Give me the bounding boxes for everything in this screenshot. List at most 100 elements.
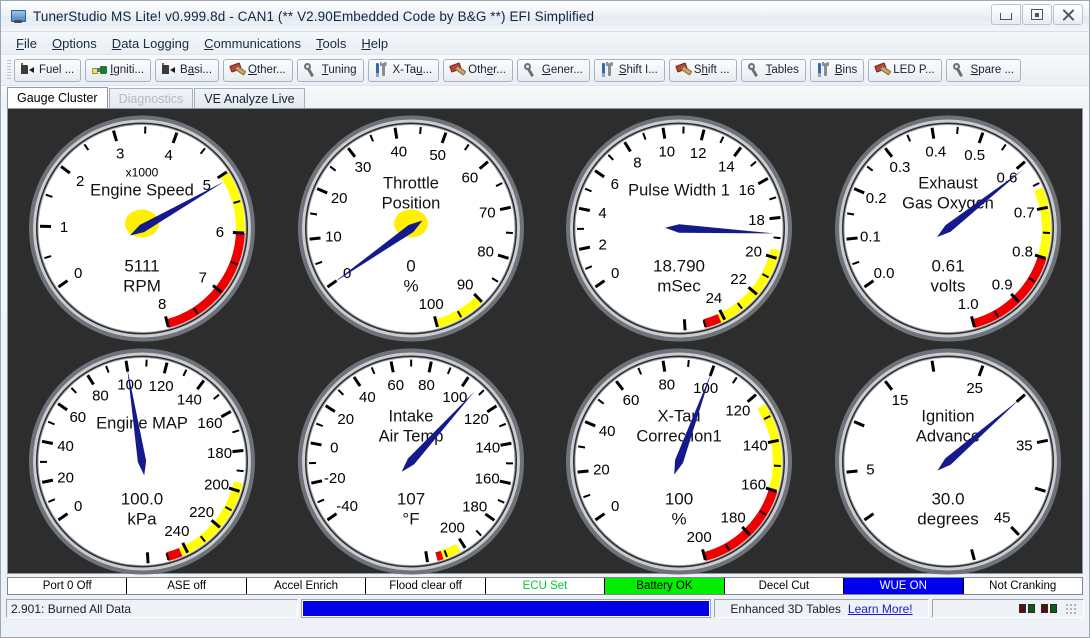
gauge-pulse-width-1[interactable]: 0 2 4 6 8 10 12 14 16 18 20 22 24 Pulse Width 1 18.790… xyxy=(545,109,814,342)
svg-text:1: 1 xyxy=(60,219,68,236)
gauge-throttle-position[interactable]: 0102030405060708090100ThrottlePosition0% xyxy=(277,109,546,342)
svg-text:35: 35 xyxy=(1016,437,1033,454)
svg-text:10: 10 xyxy=(659,143,676,160)
toolbar-button-2[interactable]: Basi... xyxy=(155,58,220,82)
toolbar-button-4[interactable]: Tuning xyxy=(296,58,364,82)
svg-text:0.5: 0.5 xyxy=(964,147,985,164)
svg-text:40: 40 xyxy=(599,423,616,440)
svg-text:Engine Speed: Engine Speed xyxy=(90,182,194,200)
toolbar-button-7[interactable]: Gener... xyxy=(516,58,590,82)
svg-text:240: 240 xyxy=(165,523,190,540)
tab-ve-analyze-live[interactable]: VE Analyze Live xyxy=(194,88,305,108)
svg-text:60: 60 xyxy=(70,409,87,426)
svg-text:RPM: RPM xyxy=(123,277,161,296)
gauge-ignition-advance[interactable]: 5 15 25 35 45 Ignition Advance 30.0 degrees xyxy=(814,342,1083,575)
tools-icon xyxy=(375,63,390,77)
toolbar-button-label: Gener... xyxy=(541,64,583,76)
tool-bar: Fuel ... Igniti... Basi... Other... Tuning X-… xyxy=(1,55,1089,86)
toolbar-grip[interactable] xyxy=(7,60,11,80)
gauge-x-tau-correction1[interactable]: 020406080100120140160180200X-TauCorrecti… xyxy=(545,342,814,575)
gauge-intake-air-temp[interactable]: -40 -20 0 20 40 60 80 100 120 140 160 180 200 Intake A… xyxy=(277,342,546,575)
svg-text:180: 180 xyxy=(207,445,232,462)
svg-text:160: 160 xyxy=(474,470,499,487)
menu-item-data-logging[interactable]: Data Logging xyxy=(105,34,197,53)
wrench-icon xyxy=(952,63,968,78)
toolbar-button-12[interactable]: LED P... xyxy=(868,58,942,82)
svg-text:0: 0 xyxy=(74,498,82,515)
status-indicator-flood-clear-off: Flood clear off xyxy=(366,578,486,594)
tab-bar: Gauge Cluster Diagnostics VE Analyze Live xyxy=(1,86,1089,108)
svg-text:20: 20 xyxy=(58,469,75,486)
svg-text:15: 15 xyxy=(891,392,908,409)
svg-text:40: 40 xyxy=(359,389,376,406)
toolbar-button-9[interactable]: Shift ... xyxy=(668,58,737,82)
svg-text:0.4: 0.4 xyxy=(925,143,946,160)
gauge-engine-map[interactable]: 020406080100120140160180200220240Engine … xyxy=(8,342,277,575)
svg-text:%: % xyxy=(403,277,418,296)
svg-text:140: 140 xyxy=(475,440,500,457)
svg-text:0: 0 xyxy=(74,265,82,282)
svg-text:0: 0 xyxy=(611,498,619,515)
svg-text:20: 20 xyxy=(593,462,610,479)
svg-text:0.3: 0.3 xyxy=(889,159,910,176)
close-button[interactable] xyxy=(1053,4,1083,25)
svg-text:100: 100 xyxy=(665,490,693,509)
svg-text:40: 40 xyxy=(57,438,74,455)
injector-icon xyxy=(21,63,36,77)
svg-text:220: 220 xyxy=(189,504,214,521)
promo-panel: Enhanced 3D Tables Learn More! xyxy=(714,599,929,618)
toolbar-button-11[interactable]: Bins xyxy=(809,58,865,82)
toolbar-button-6[interactable]: Other... xyxy=(443,58,513,82)
toolbar-button-13[interactable]: Spare ... xyxy=(945,58,1022,82)
svg-text:x1000: x1000 xyxy=(126,166,159,180)
status-message: 2.901: Burned All Data xyxy=(6,599,298,618)
svg-text:5: 5 xyxy=(866,462,874,479)
svg-text:8: 8 xyxy=(158,296,166,313)
gauge-dial: 5 15 25 35 45 Ignition Advance 30.0 degrees xyxy=(814,342,1082,575)
toolbar-button-8[interactable]: Shift I... xyxy=(593,58,665,82)
gauge-engine-speed[interactable]: 0 1 2 3 4 5 6 7 8 x1000 Engine Speed 5111 RPM xyxy=(8,109,277,342)
maximize-button[interactable] xyxy=(1022,4,1052,25)
status-bar: 2.901: Burned All Data Enhanced 3D Table… xyxy=(6,598,1084,619)
menu-item-communications[interactable]: Communications xyxy=(197,34,309,53)
svg-text:volts: volts xyxy=(930,277,965,296)
svg-text:22: 22 xyxy=(730,271,747,288)
toolbar-button-3[interactable]: Other... xyxy=(223,58,293,82)
svg-text:%: % xyxy=(672,510,687,529)
svg-text:200: 200 xyxy=(687,529,712,546)
minimize-button[interactable] xyxy=(991,4,1021,25)
resize-grip[interactable] xyxy=(1065,602,1077,615)
led-green-icon xyxy=(1028,604,1035,613)
learn-more-link[interactable]: Learn More! xyxy=(848,602,913,616)
toolbar-button-label: Fuel ... xyxy=(39,64,75,76)
toolbar-button-10[interactable]: Tables xyxy=(740,58,806,82)
maximize-icon xyxy=(1031,9,1043,20)
gauge-exhaust-gas-oxygen[interactable]: 0.0 0.1 0.2 0.3 0.4 0.5 0.6 0.7 0.8 0.9 1.0 Exhaust… xyxy=(814,109,1083,342)
tab-gauge-cluster[interactable]: Gauge Cluster xyxy=(7,87,108,108)
menu-item-file[interactable]: File xyxy=(9,34,45,53)
svg-text:120: 120 xyxy=(149,378,174,395)
svg-text:0.0: 0.0 xyxy=(873,265,894,282)
svg-text:0.7: 0.7 xyxy=(1014,204,1035,221)
svg-text:120: 120 xyxy=(464,411,489,428)
menu-item-options[interactable]: Options xyxy=(45,34,105,53)
toolbar-button-label: Spare ... xyxy=(970,64,1015,76)
svg-text:140: 140 xyxy=(743,437,768,454)
toolbar-button-label: Shift ... xyxy=(693,64,730,76)
toolbar-button-5[interactable]: X-Tau... xyxy=(367,58,440,82)
svg-text:60: 60 xyxy=(461,169,478,186)
svg-text:6: 6 xyxy=(216,224,224,241)
svg-text:0.1: 0.1 xyxy=(860,229,881,246)
toolbar-button-0[interactable]: Fuel ... xyxy=(14,58,82,82)
wrench-icon xyxy=(523,63,539,78)
menu-bar: File Options Data Logging Communications Too… xyxy=(1,32,1089,55)
application-window: TunerStudio MS Lite! v0.999.8d - CAN1 (*… xyxy=(0,0,1090,638)
menu-item-help[interactable]: Help xyxy=(354,34,396,53)
gauge-dial: 0 1 2 3 4 5 6 7 8 x1000 Engine Speed 5111 RPM xyxy=(8,109,276,342)
menu-item-tools[interactable]: Tools xyxy=(309,34,354,53)
svg-text:160: 160 xyxy=(198,415,223,432)
toolbar-button-1[interactable]: Igniti... xyxy=(85,58,152,82)
svg-text:80: 80 xyxy=(92,388,109,405)
svg-text:16: 16 xyxy=(739,182,756,199)
svg-text:-40: -40 xyxy=(336,498,358,515)
